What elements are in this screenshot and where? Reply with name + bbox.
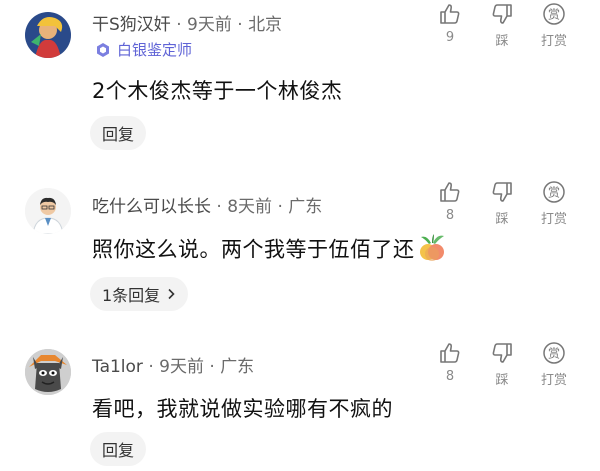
replies-button[interactable]: 1条回复: [90, 277, 189, 311]
like-button[interactable]: 8: [432, 180, 468, 223]
user-avatar[interactable]: [25, 188, 71, 234]
comment-meta: 干S狗汉奸 · 9天前 · 北京: [92, 15, 283, 35]
dislike-button[interactable]: 踩: [484, 341, 520, 388]
like-button[interactable]: 8: [432, 341, 468, 384]
tip-label: 打赏: [540, 34, 567, 49]
svg-text:赏: 赏: [548, 347, 560, 361]
tip-icon: 赏: [543, 181, 565, 203]
like-count: 8: [445, 208, 455, 223]
user-avatar[interactable]: [25, 349, 71, 395]
tip-button[interactable]: 赏 打赏: [536, 180, 572, 227]
svg-text:赏: 赏: [548, 8, 560, 22]
dislike-button[interactable]: 踩: [484, 180, 520, 227]
comment-text: 2个木俊杰等于一个林俊杰: [92, 79, 343, 103]
tip-button[interactable]: 赏 打赏: [536, 2, 572, 49]
fruit-emoji-icon: [417, 233, 447, 268]
thumbs-down-icon: [492, 343, 512, 363]
reply-label: 回复: [102, 125, 135, 144]
username[interactable]: 吃什么可以长长: [92, 197, 211, 217]
tip-label: 打赏: [540, 373, 567, 388]
tip-icon: 赏: [543, 3, 565, 25]
badge-icon: [95, 42, 111, 58]
comment-time: 9天前: [159, 357, 204, 377]
comment-meta: 吃什么可以长长 · 8天前 · 广东: [92, 197, 323, 217]
like-count: 9: [445, 30, 455, 45]
comment-location: 广东: [288, 197, 323, 217]
tip-icon: 赏: [543, 342, 565, 364]
thumbs-up-icon: [440, 343, 460, 363]
user-badge[interactable]: 白银鉴定师: [95, 39, 192, 60]
reply-button[interactable]: 回复: [90, 116, 147, 150]
dislike-label: 踩: [495, 373, 509, 388]
user-avatar[interactable]: [25, 12, 71, 58]
reply-label: 回复: [102, 441, 135, 460]
dislike-label: 踩: [495, 34, 509, 49]
thumbs-down-icon: [492, 182, 512, 202]
comment-location: 北京: [248, 15, 283, 35]
reply-label: 1条回复: [102, 286, 161, 305]
username[interactable]: Ta1lor: [92, 357, 143, 377]
like-button[interactable]: 9: [432, 2, 468, 45]
comment-text: 照你这么说。两个我等于伍佰了还: [92, 233, 447, 268]
comment-text: 看吧，我就说做实验哪有不疯的: [92, 397, 393, 421]
reply-button[interactable]: 回复: [90, 432, 147, 466]
badge-label: 白银鉴定师: [117, 41, 193, 59]
chevron-right-icon: [168, 288, 175, 300]
comment-meta: Ta1lor · 9天前 · 广东: [92, 357, 255, 377]
comment-location: 广东: [220, 357, 255, 377]
dislike-label: 踩: [495, 212, 509, 227]
comment-time: 8天前: [227, 197, 273, 217]
svg-text:赏: 赏: [548, 186, 560, 200]
comment-time: 9天前: [187, 15, 232, 35]
thumbs-up-icon: [440, 182, 460, 202]
like-count: 8: [445, 369, 455, 384]
tip-label: 打赏: [540, 212, 567, 227]
username[interactable]: 干S狗汉奸: [92, 15, 171, 35]
tip-button[interactable]: 赏 打赏: [536, 341, 572, 388]
thumbs-up-icon: [440, 4, 460, 24]
thumbs-down-icon: [492, 4, 512, 24]
dislike-button[interactable]: 踩: [484, 2, 520, 49]
